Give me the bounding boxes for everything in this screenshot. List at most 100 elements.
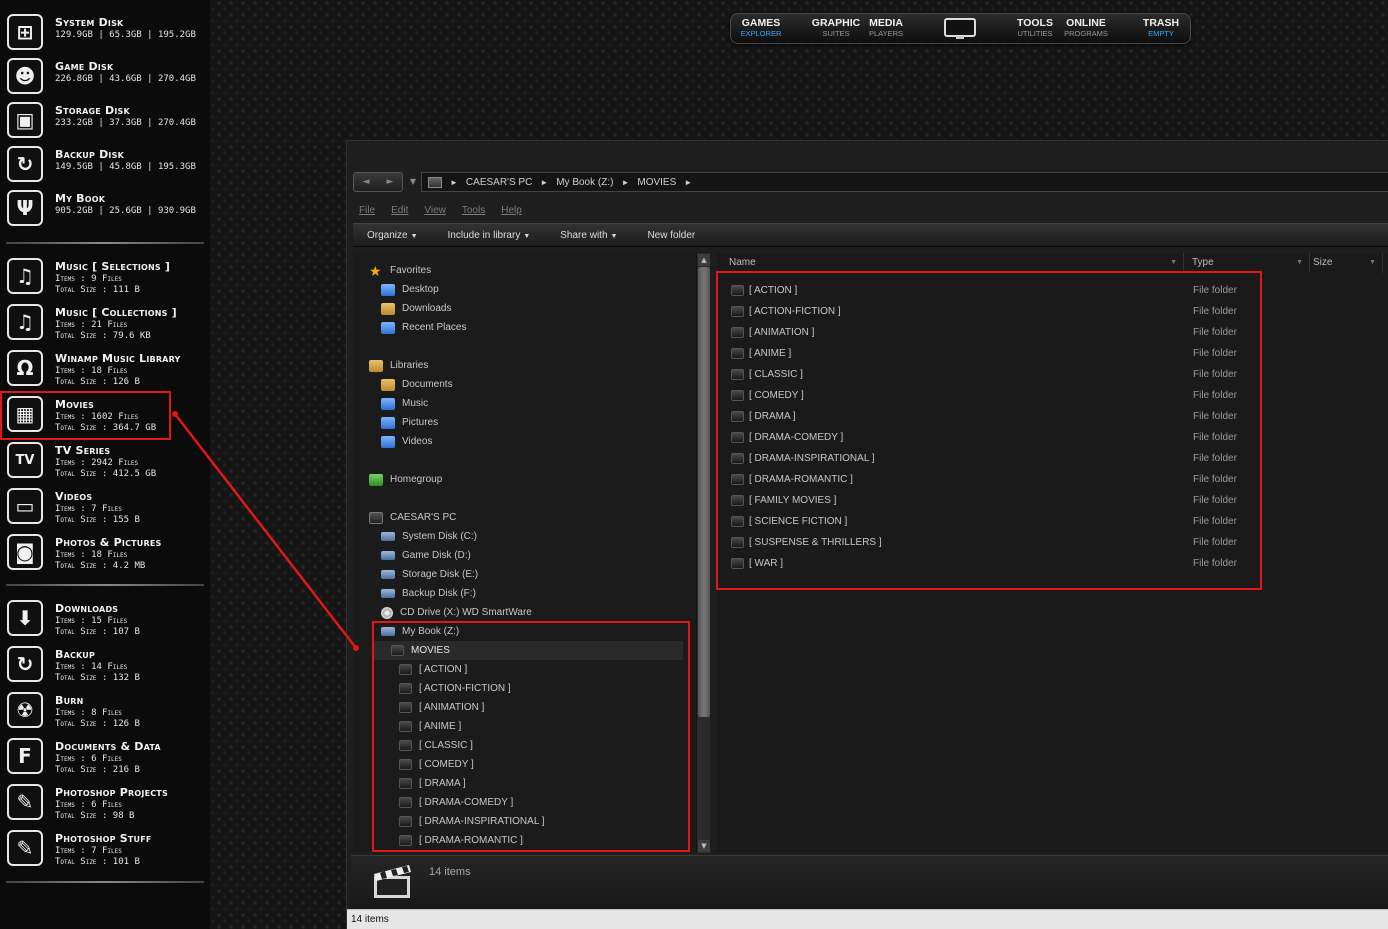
sidebar-item-videos[interactable]: ▭ Videos Items : 7 Files Total Size : 155 B bbox=[0, 484, 205, 528]
file-row[interactable]: [ ANIMATION ] File folder bbox=[731, 323, 1251, 342]
nav-libraries[interactable]: Libraries bbox=[369, 356, 428, 375]
sidebar-item-downloads[interactable]: ⬇ Downloads Items : 15 Files Total Size : 1… bbox=[0, 596, 205, 640]
file-row[interactable]: [ SCIENCE FICTION ] File folder bbox=[731, 512, 1251, 531]
dock-online-button[interactable]: ONLINE PROGRAMS bbox=[1061, 17, 1111, 38]
sidebar-item-photos-pictures[interactable]: ◙ Photos & Pictures Items : 18 Files Total … bbox=[0, 530, 205, 574]
dock-media-button[interactable]: MEDIA PLAYERS bbox=[865, 17, 907, 38]
include-in-library-button[interactable]: Include in library ▼ bbox=[448, 230, 531, 241]
sidebar-item-movies[interactable]: ▦ Movies Items : 1602 Files Total Size : 36… bbox=[0, 392, 205, 436]
breadcrumb-movies[interactable]: MOVIES bbox=[637, 177, 676, 188]
file-row[interactable]: [ COMEDY ] File folder bbox=[731, 386, 1251, 405]
sidebar-item-title: System Disk bbox=[55, 16, 124, 29]
sidebar-item-my-book[interactable]: Ψ My Book 905.2GB | 25.6GB | 930.9GB bbox=[0, 186, 205, 230]
breadcrumb-mybook[interactable]: My Book (Z:) bbox=[556, 177, 613, 188]
forward-arrow-icon[interactable]: ► bbox=[378, 173, 402, 191]
nav-scrollbar[interactable]: ▲ ▼ bbox=[696, 253, 710, 853]
nav-game-disk[interactable]: Game Disk (D:) bbox=[381, 546, 471, 565]
sidebar-item-system-disk[interactable]: ⊞ System Disk 129.9GB | 65.3GB | 195.2GB bbox=[0, 10, 205, 54]
share-with-button[interactable]: Share with ▼ bbox=[560, 230, 617, 241]
sidebar-item-stats: 233.2GB | 37.3GB | 270.4GB bbox=[55, 118, 196, 128]
nav-system-disk[interactable]: System Disk (C:) bbox=[381, 527, 477, 546]
back-arrow-icon[interactable]: ◄ bbox=[354, 173, 378, 191]
file-row[interactable]: [ DRAMA-INSPIRATIONAL ] File folder bbox=[731, 449, 1251, 468]
nav-storage-disk[interactable]: Storage Disk (E:) bbox=[381, 565, 478, 584]
sidebar-item-game-disk[interactable]: ☻ Game Disk 226.8GB | 43.6GB | 270.4GB bbox=[0, 54, 205, 98]
menu-help[interactable]: Help bbox=[501, 205, 522, 219]
new-folder-button[interactable]: New folder bbox=[647, 230, 695, 241]
file-row[interactable]: [ ACTION-FICTION ] File folder bbox=[731, 302, 1251, 321]
nav-movies[interactable]: MOVIES bbox=[373, 641, 683, 660]
column-header-name[interactable]: Name ▼ bbox=[729, 253, 1184, 273]
nav-recent-places[interactable]: Recent Places bbox=[381, 318, 466, 337]
sidebar-item-title: Music [ Selections ] bbox=[55, 260, 171, 273]
dock-games-button[interactable]: GAMES EXPLORER bbox=[739, 17, 783, 38]
sidebar-item-photoshop-stuff[interactable]: ✎ Photoshop Stuff Items : 7 Files Total Siz… bbox=[0, 826, 205, 870]
address-bar[interactable]: ► CAESAR'S PC ► My Book (Z:) ► MOVIES ► bbox=[421, 172, 1388, 192]
sidebar-item-documents-data[interactable]: F Documents & Data Items : 6 Files Total Si… bbox=[0, 734, 205, 778]
sidebar-item-photoshop-projects[interactable]: ✎ Photoshop Projects Items : 6 Files Total … bbox=[0, 780, 205, 824]
column-header-size[interactable]: Size ▼ bbox=[1313, 253, 1383, 273]
file-row[interactable]: [ SUSPENSE & THRILLERS ] File folder bbox=[731, 533, 1251, 552]
nav-pictures[interactable]: Pictures bbox=[381, 413, 438, 432]
menu-edit[interactable]: Edit bbox=[391, 205, 408, 219]
file-row[interactable]: [ CLASSIC ] File folder bbox=[731, 365, 1251, 384]
file-row[interactable]: [ FAMILY MOVIES ] File folder bbox=[731, 491, 1251, 510]
nav-music[interactable]: Music bbox=[381, 394, 428, 413]
nav-downloads[interactable]: Downloads bbox=[381, 299, 451, 318]
breadcrumb-pc[interactable]: CAESAR'S PC bbox=[466, 177, 532, 188]
sidebar-item-backup[interactable]: ↻ Backup Items : 14 Files Total Size : 132 … bbox=[0, 642, 205, 686]
nav-videos[interactable]: Videos bbox=[381, 432, 432, 451]
navigation-pane: ★ Favorites Desktop Downloads Recent Plac… bbox=[353, 253, 697, 853]
sidebar-item-music-selections[interactable]: ♫ Music [ Selections ] Items : 9 Files Tota… bbox=[0, 254, 205, 298]
nav-backup-disk[interactable]: Backup Disk (F:) bbox=[381, 584, 476, 603]
nav-subfolder-item[interactable]: [ DRAMA ] bbox=[399, 774, 466, 793]
file-row[interactable]: [ WAR ] File folder bbox=[731, 554, 1251, 573]
nav-subfolder-item[interactable]: [ ACTION-FICTION ] bbox=[399, 679, 511, 698]
nav-desktop[interactable]: Desktop bbox=[381, 280, 439, 299]
nav-subfolder-item[interactable]: [ DRAMA-ROMANTIC ] bbox=[399, 831, 523, 850]
sidebar-item-tv-series[interactable]: TV TV Series Items : 2942 Files Total Size … bbox=[0, 438, 205, 482]
nav-subfolder-item[interactable]: [ ANIME ] bbox=[399, 717, 461, 736]
sidebar-item-storage-disk[interactable]: ▣ Storage Disk 233.2GB | 37.3GB | 270.4GB bbox=[0, 98, 205, 142]
file-row[interactable]: [ ACTION ] File folder bbox=[731, 281, 1251, 300]
scroll-down-icon[interactable]: ▼ bbox=[698, 840, 710, 852]
history-dropdown-icon[interactable]: ▼ bbox=[407, 172, 419, 192]
sidebar-item-winamp-music-library[interactable]: Ω Winamp Music Library Items : 18 Files Tot… bbox=[0, 346, 205, 390]
file-name: [ COMEDY ] bbox=[749, 390, 804, 401]
monitor-icon[interactable] bbox=[943, 17, 977, 41]
nav-subfolder-item[interactable]: [ ANIMATION ] bbox=[399, 698, 484, 717]
sidebar-item-text: Music [ Collections ] Items : 21 Files Tot… bbox=[55, 306, 207, 342]
scroll-up-icon[interactable]: ▲ bbox=[698, 254, 710, 266]
nav-computer[interactable]: CAESAR'S PC bbox=[369, 508, 456, 527]
sidebar-item-burn[interactable]: ☢ Burn Items : 8 Files Total Size : 126 B bbox=[0, 688, 205, 732]
file-row[interactable]: [ ANIME ] File folder bbox=[731, 344, 1251, 363]
nav-favorites[interactable]: ★ Favorites bbox=[369, 261, 431, 280]
menu-file[interactable]: File bbox=[359, 205, 375, 219]
file-row[interactable]: [ DRAMA ] File folder bbox=[731, 407, 1251, 426]
column-header-type[interactable]: Type ▼ bbox=[1192, 253, 1310, 273]
nav-subfolder-item[interactable]: [ COMEDY ] bbox=[399, 755, 474, 774]
menu-tools[interactable]: Tools bbox=[462, 205, 485, 219]
dock-graphic-button[interactable]: GRAPHIC SUITES bbox=[809, 17, 863, 38]
feather-icon: ✎ bbox=[7, 784, 43, 820]
nav-subfolder-item[interactable]: [ DRAMA-COMEDY ] bbox=[399, 793, 513, 812]
sidebar-item-items: Items : 21 Files bbox=[55, 320, 128, 330]
sidebar-item-music-collections[interactable]: ♫ Music [ Collections ] Items : 21 Files To… bbox=[0, 300, 205, 344]
dock-tools-button[interactable]: TOOLS UTILITIES bbox=[1015, 17, 1055, 38]
menu-view[interactable]: View bbox=[424, 205, 446, 219]
recent-places-icon bbox=[381, 321, 395, 334]
scrollbar-thumb[interactable] bbox=[698, 267, 710, 717]
nav-subfolder-item[interactable]: [ CLASSIC ] bbox=[399, 736, 473, 755]
nav-subfolder-item[interactable]: [ DRAMA-INSPIRATIONAL ] bbox=[399, 812, 545, 831]
nav-homegroup[interactable]: Homegroup bbox=[369, 470, 442, 489]
sidebar-item-text: Burn Items : 8 Files Total Size : 126 B bbox=[55, 694, 207, 730]
file-row[interactable]: [ DRAMA-ROMANTIC ] File folder bbox=[731, 470, 1251, 489]
organize-button[interactable]: Organize ▼ bbox=[367, 230, 418, 241]
sidebar-item-backup-disk[interactable]: ↻ Backup Disk 149.5GB | 45.8GB | 195.3GB bbox=[0, 142, 205, 186]
file-row[interactable]: [ DRAMA-COMEDY ] File folder bbox=[731, 428, 1251, 447]
nav-cd-drive[interactable]: CD Drive (X:) WD SmartWare bbox=[381, 603, 532, 622]
nav-documents[interactable]: Documents bbox=[381, 375, 453, 394]
nav-subfolder-item[interactable]: [ ACTION ] bbox=[399, 660, 467, 679]
nav-mybook[interactable]: My Book (Z:) bbox=[381, 622, 459, 641]
dock-trash-button[interactable]: TRASH EMPTY bbox=[1141, 17, 1181, 38]
